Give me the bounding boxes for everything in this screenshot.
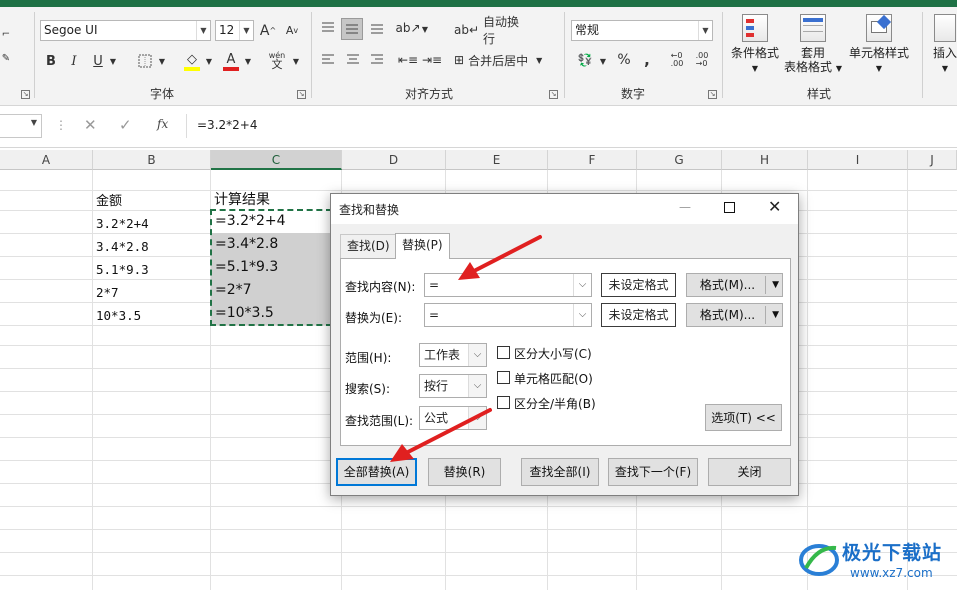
tab-replace[interactable]: 替换(P) [395,233,450,259]
watermark-logo-icon [799,544,839,576]
arrow-to-find-input [458,235,542,280]
tab-replace-label: 替换(P) [402,238,443,252]
arrow-to-replace-all [390,408,492,462]
annotation-overlay [390,235,542,462]
watermark-brand: 极光下载站 [842,542,943,564]
watermark-url: www.xz7.com [850,566,933,580]
watermark: 极光下载站 www.xz7.com [798,536,952,586]
